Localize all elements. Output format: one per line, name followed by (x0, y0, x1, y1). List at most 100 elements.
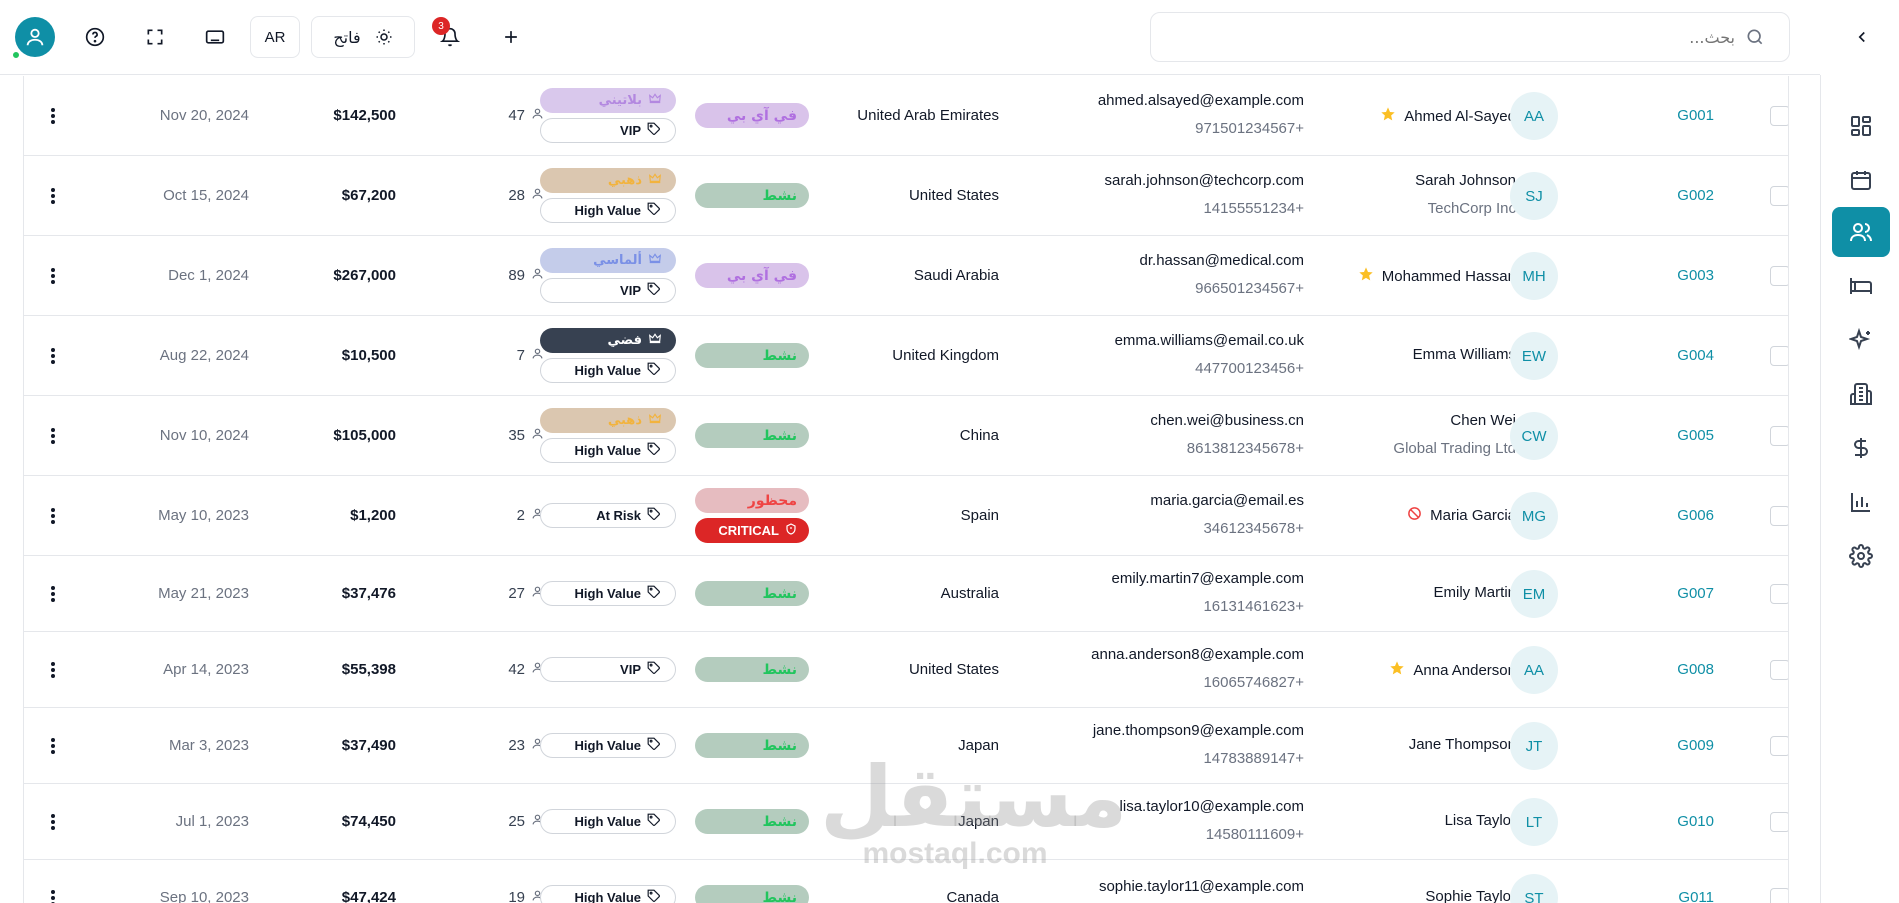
sidebar-item-dashboard[interactable] (1832, 101, 1890, 151)
email-link[interactable]: anna.anderson8@example.com (1014, 646, 1304, 663)
email-link[interactable]: emma.williams@email.co.uk (1014, 332, 1304, 349)
tier-label: فضي (607, 333, 642, 348)
row-checkbox[interactable] (1770, 506, 1788, 526)
email-link[interactable]: dr.hassan@medical.com (1014, 252, 1304, 269)
fullscreen-button[interactable] (138, 20, 172, 54)
guest-id-link[interactable]: G004 (1624, 347, 1714, 364)
tag-icon (647, 442, 661, 459)
guest-name[interactable]: Maria Garcia (1294, 506, 1516, 525)
segment-tag-label: High Value (574, 443, 641, 458)
guest-name[interactable]: Lisa Taylor (1294, 812, 1516, 829)
guest-id-link[interactable]: G007 (1624, 585, 1714, 602)
row-checkbox[interactable] (1770, 736, 1788, 756)
email-link[interactable]: emily.martin7@example.com (1014, 570, 1304, 587)
guest-name[interactable]: Emily Martin (1294, 584, 1516, 601)
guest-id-link[interactable]: G001 (1624, 107, 1714, 124)
row-checkbox[interactable] (1770, 660, 1788, 680)
row-menu-button[interactable] (46, 506, 60, 526)
row-menu-button[interactable] (46, 660, 60, 680)
online-status-dot (11, 50, 21, 60)
email-link[interactable]: sophie.taylor11@example.com (1014, 878, 1304, 895)
tier-label: ذهبي (607, 173, 642, 188)
sidebar-item-settings[interactable] (1832, 531, 1890, 581)
row-checkbox[interactable] (1770, 346, 1788, 366)
search-input[interactable] (1175, 27, 1735, 47)
last-visit-date: May 10, 2023 (158, 507, 249, 524)
row-checkbox[interactable] (1770, 266, 1788, 286)
guest-id-link[interactable]: G009 (1624, 737, 1714, 754)
row-checkbox[interactable] (1770, 812, 1788, 832)
guest-id-link[interactable]: G011 (1624, 889, 1714, 903)
row-checkbox[interactable] (1770, 888, 1788, 903)
guest-id-link[interactable]: G003 (1624, 267, 1714, 284)
email-link[interactable]: ahmed.alsayed@example.com (1014, 92, 1304, 109)
theme-toggle-button[interactable]: فاتح (311, 16, 415, 58)
status-badge: نشط (695, 809, 809, 834)
guest-id-link[interactable]: G008 (1624, 661, 1714, 678)
guest-name[interactable]: Jane Thompson (1294, 736, 1516, 753)
row-checkbox[interactable] (1770, 186, 1788, 206)
sidebar-item-reports[interactable] (1832, 477, 1890, 527)
add-button[interactable] (494, 20, 528, 54)
sidebar-item-rooms[interactable] (1832, 261, 1890, 311)
row-menu-button[interactable] (46, 266, 60, 286)
guest-id-link[interactable]: G006 (1624, 507, 1714, 524)
guest-id-link[interactable]: G010 (1624, 813, 1714, 830)
user-avatar-button[interactable] (15, 17, 55, 57)
row-menu-button[interactable] (46, 106, 60, 126)
email-link[interactable]: jane.thompson9@example.com (1014, 722, 1304, 739)
help-button[interactable] (78, 20, 112, 54)
avatar: EM (1510, 570, 1558, 618)
phone-number: 447700123456+ (1195, 360, 1304, 377)
avatar: JT (1510, 722, 1558, 770)
row-menu-button[interactable] (46, 186, 60, 206)
email-link[interactable]: maria.garcia@email.es (1014, 492, 1304, 509)
calendar-icon (1851, 171, 1871, 190)
visit-count-value: 89 (508, 267, 525, 284)
more-vertical-icon (51, 738, 55, 754)
email-link[interactable]: chen.wei@business.cn (1014, 412, 1304, 429)
row-checkbox[interactable] (1770, 584, 1788, 604)
sidebar-collapse-button[interactable] (1845, 20, 1879, 54)
guest-name[interactable]: Chen Wei (1294, 412, 1516, 429)
tag-icon (647, 202, 661, 219)
segment-tag: High Value (540, 885, 676, 903)
row-checkbox[interactable] (1770, 426, 1788, 446)
guest-name[interactable]: Ahmed Al-Sayed (1294, 106, 1516, 126)
guest-name[interactable]: Anna Anderson (1294, 660, 1516, 680)
guest-name[interactable]: Emma Williams (1294, 346, 1516, 363)
segment-tag: High Value (540, 733, 676, 758)
sidebar-item-properties[interactable] (1832, 369, 1890, 419)
email-link[interactable]: lisa.taylor10@example.com (1014, 798, 1304, 815)
keyboard-button[interactable] (198, 20, 232, 54)
row-menu-button[interactable] (46, 888, 60, 903)
visit-count: 89 (444, 267, 544, 284)
language-button[interactable]: AR (250, 16, 300, 58)
visit-count: 42 (444, 661, 544, 678)
row-menu-button[interactable] (46, 426, 60, 446)
row-menu-button[interactable] (46, 812, 60, 832)
guest-name[interactable]: Mohammed Hassan (1294, 266, 1516, 286)
status-badge: نشط (695, 183, 809, 208)
segment-tag-label: VIP (620, 123, 641, 138)
last-visit-date: Apr 14, 2023 (163, 661, 249, 678)
row-menu-button[interactable] (46, 346, 60, 366)
total-spent: $37,476 (341, 585, 396, 602)
guest-name[interactable]: Sarah Johnson (1294, 172, 1516, 189)
avatar: AA (1510, 92, 1558, 140)
guest-name-label: Sarah Johnson (1415, 172, 1516, 189)
sidebar-item-calendar[interactable] (1832, 155, 1890, 205)
email-link[interactable]: sarah.johnson@techcorp.com (1014, 172, 1305, 189)
guest-id-link[interactable]: G002 (1624, 187, 1714, 204)
guest-name[interactable]: Sophie Taylor (1294, 888, 1516, 903)
guest-id-link[interactable]: G005 (1624, 427, 1714, 444)
row-checkbox[interactable] (1770, 106, 1788, 126)
row-menu-button[interactable] (46, 584, 60, 604)
tier-label: ذهبي (607, 413, 642, 428)
sidebar-item-finance[interactable] (1832, 423, 1890, 473)
sidebar-item-guests[interactable] (1832, 207, 1890, 257)
tag-icon (647, 889, 661, 903)
shield-alert-icon (785, 523, 797, 538)
sidebar-item-services[interactable] (1832, 315, 1890, 365)
row-menu-button[interactable] (46, 736, 60, 756)
